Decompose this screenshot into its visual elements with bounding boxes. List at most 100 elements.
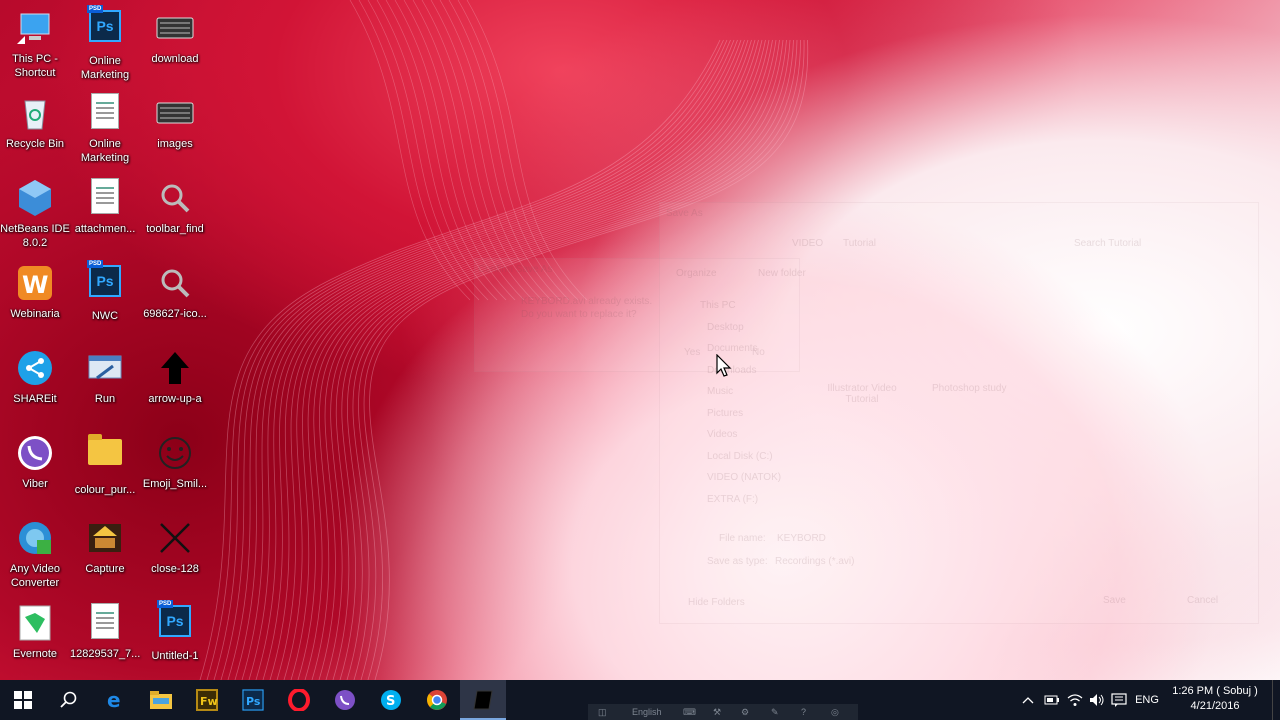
run-icon	[85, 348, 125, 388]
langbar-language: English	[632, 707, 662, 717]
ps-glyph: Ps	[96, 18, 114, 34]
svg-text:W: W	[22, 271, 48, 299]
desktop-icon[interactable]: Recycle Bin	[0, 89, 70, 174]
capture-icon	[85, 518, 125, 558]
desktop-icon[interactable]: Emoji_Smil...	[140, 429, 210, 514]
show-hidden-icons-button[interactable]	[1018, 680, 1038, 720]
svg-text:Fw: Fw	[200, 695, 218, 708]
desktop-icon-label: NetBeans IDE 8.0.2	[0, 223, 70, 249]
mouse-cursor-icon	[716, 354, 732, 377]
langbar-app-icon: ◫	[598, 707, 607, 717]
desktop-icon[interactable]: This PC - Shortcut	[0, 4, 70, 89]
desktop-icon-label: Webinaria	[10, 308, 60, 320]
langbar-edit-icon: ✎	[771, 707, 779, 717]
svg-text:S: S	[386, 694, 395, 709]
taskbar-photoshop[interactable]: Ps	[230, 680, 276, 720]
fireworks-icon: Fw	[196, 689, 218, 711]
desktop-icon-label: arrow-up-a	[148, 393, 202, 405]
langbar-help-icon: ?	[801, 707, 807, 717]
desktop-icon[interactable]: SHAREit	[0, 344, 70, 429]
opera-icon	[288, 689, 310, 711]
battery-tray[interactable]	[1042, 680, 1062, 720]
windows-logo-icon	[14, 691, 32, 709]
psd-badge: PSD	[87, 260, 104, 268]
wifi-tray[interactable]	[1065, 680, 1085, 720]
shareit-icon	[15, 348, 55, 388]
desktop-icon-label: This PC - Shortcut	[12, 53, 58, 79]
desktop-icon-label: images	[157, 138, 193, 150]
desktop-icon[interactable]: Capture	[70, 514, 140, 599]
langbar-options-icon: ◎	[831, 707, 839, 717]
langbar-keyboard-icon: ⌨	[683, 707, 696, 717]
close-x-icon	[155, 518, 195, 558]
viber-icon	[15, 433, 55, 473]
taskbar-opera[interactable]	[276, 680, 322, 720]
svg-text:Ps: Ps	[246, 695, 261, 708]
desktop-icon[interactable]: 698627-ico...	[140, 259, 210, 344]
desktop-icon-label: Any Video Converter	[10, 563, 60, 589]
edge-icon: e	[107, 689, 121, 711]
desktop-icon[interactable]: PSD Ps Online Marketing	[70, 4, 140, 89]
desktop-background: This PC - Shortcut PSD Ps Online Marketing d…	[0, 0, 1280, 680]
photoshop-icon: Ps	[242, 689, 264, 711]
language-bar[interactable]: ◫ English ⌨ ⚒ ⚙ ✎ ? ◎	[588, 704, 858, 720]
taskbar-recorder-app[interactable]	[460, 680, 506, 720]
system-clock[interactable]: 1:26 PM ( Sobuj ) 4/21/2016	[1172, 684, 1258, 714]
recorder-app-icon	[473, 690, 493, 710]
taskbar-edge[interactable]: e	[92, 680, 138, 720]
video-converter-icon	[15, 518, 55, 558]
desktop-icon[interactable]: W Webinaria	[0, 259, 70, 344]
desktop-icon[interactable]: close-128	[140, 514, 210, 599]
taskbar-skype[interactable]: S	[368, 680, 414, 720]
photoshop-file-icon: PSD Ps	[85, 260, 125, 305]
ps-glyph: Ps	[96, 273, 114, 289]
desktop-icon[interactable]: NetBeans IDE 8.0.2	[0, 174, 70, 259]
taskbar-viber[interactable]	[322, 680, 368, 720]
desktop-icon-label: Run	[94, 393, 116, 405]
desktop-icon-label: Viber	[22, 478, 48, 490]
desktop-icon[interactable]: Run	[70, 344, 140, 429]
viber-icon	[335, 690, 355, 710]
desktop-icon-label: Online Marketing	[80, 138, 130, 164]
desktop-icon[interactable]: Any Video Converter	[0, 514, 70, 599]
input-language-indicator[interactable]: ENG	[1132, 680, 1162, 720]
desktop-icon-label: Untitled-1	[151, 650, 199, 662]
desktop-icon[interactable]: Online Marketing	[70, 89, 140, 174]
skype-icon: S	[381, 690, 401, 710]
search-icon	[60, 691, 77, 708]
document-icon	[85, 178, 125, 218]
notification-icon	[1111, 693, 1127, 707]
desktop-icon[interactable]: 12829537_7...	[70, 599, 140, 680]
desktop-icon[interactable]: toolbar_find	[140, 174, 210, 259]
desktop-icon[interactable]: PSD Ps NWC	[70, 259, 140, 344]
battery-plug-icon	[1044, 695, 1059, 705]
search-image-icon	[155, 263, 195, 303]
desktop-icon[interactable]: PSD Ps Untitled-1	[140, 599, 210, 680]
search-button[interactable]	[46, 680, 92, 720]
taskbar-file-explorer[interactable]	[138, 680, 184, 720]
desktop-icon-label: close-128	[151, 563, 199, 575]
action-center-tray[interactable]	[1109, 680, 1129, 720]
desktop-icon-label: Recycle Bin	[5, 138, 65, 150]
desktop-icon[interactable]: arrow-up-a	[140, 344, 210, 429]
taskbar-fireworks[interactable]: Fw	[184, 680, 230, 720]
psd-badge: PSD	[87, 5, 104, 13]
webinaria-icon: W	[15, 263, 55, 303]
wifi-icon	[1067, 694, 1083, 706]
desktop-icon-label: SHAREit	[13, 393, 57, 405]
desktop-icon-label: NWC	[91, 310, 119, 322]
desktop-icon-label: 12829537_7...	[70, 648, 141, 660]
emoji-smile-icon	[155, 433, 195, 473]
desktop-icon[interactable]: Viber	[0, 429, 70, 514]
show-desktop-button[interactable]	[1272, 680, 1280, 720]
start-button[interactable]	[0, 680, 46, 720]
evernote-icon	[15, 603, 55, 643]
desktop-icon[interactable]: download	[140, 4, 210, 89]
chevron-up-icon	[1022, 697, 1034, 704]
desktop-icon[interactable]: images	[140, 89, 210, 174]
taskbar-chrome[interactable]	[414, 680, 460, 720]
desktop-icon[interactable]: colour_pur...	[70, 429, 140, 514]
desktop-icon[interactable]: Evernote	[0, 599, 70, 680]
volume-tray[interactable]	[1087, 680, 1107, 720]
desktop-icon[interactable]: attachmen...	[70, 174, 140, 259]
